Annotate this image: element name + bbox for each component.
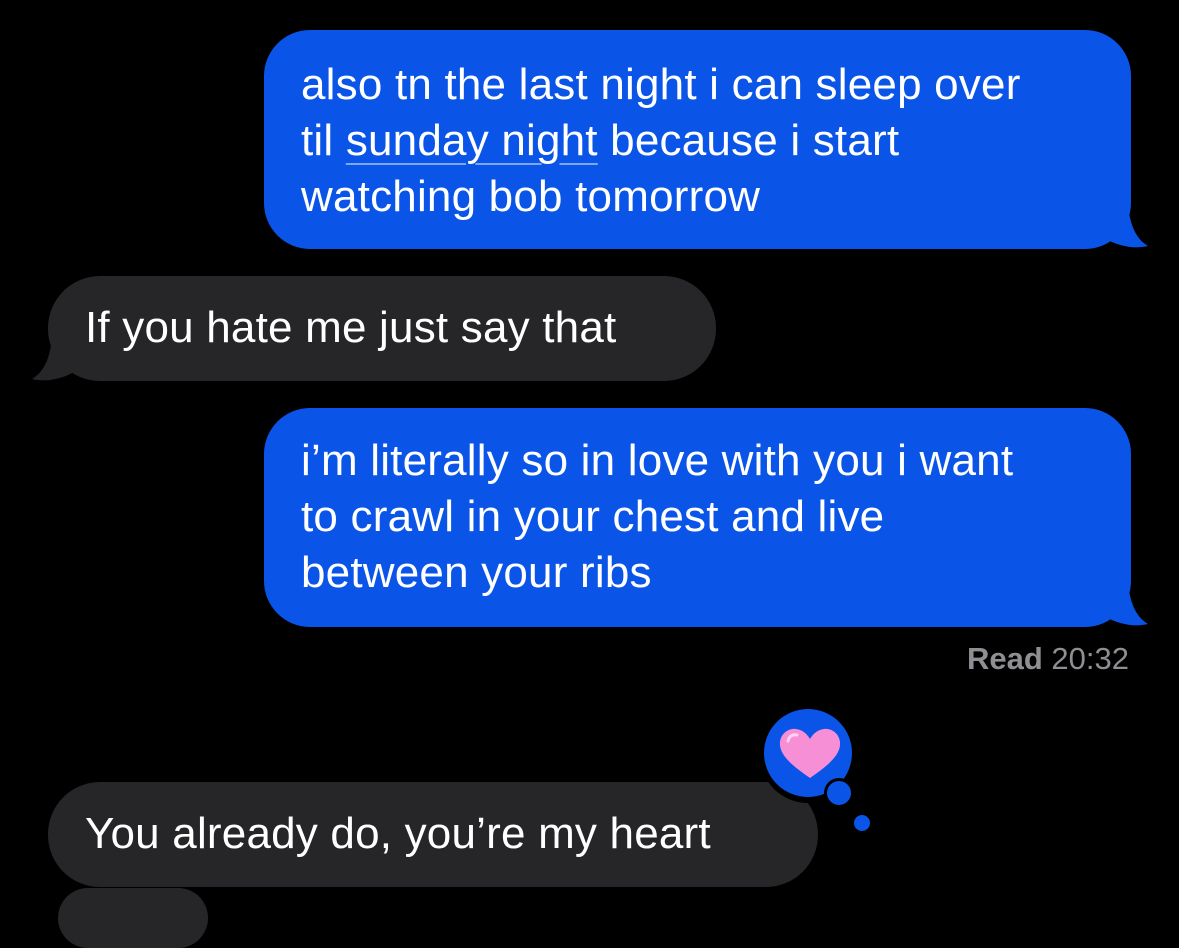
bubble-tail-sent [1100, 205, 1148, 248]
message-text: also tn the last night i can sleep over … [301, 57, 1021, 225]
message-line: watching bob tomorrow [301, 172, 761, 221]
message-line: til sunday night because i start [301, 113, 1021, 169]
message-thread: also tn the last night i can sleep over … [0, 0, 1179, 948]
read-receipt: Read 20:32 [967, 639, 1129, 679]
message-text: If you hate me just say that [85, 303, 617, 352]
message-text: You already do, you’re my heart [85, 809, 711, 858]
message-bubble-sent[interactable]: i’m literally so in love with you i want… [264, 408, 1131, 627]
bubble-tail-received [32, 338, 80, 381]
message-bubble-sent[interactable]: also tn the last night i can sleep over … [264, 30, 1131, 249]
bubble-tail-sent [1100, 583, 1148, 626]
read-receipt-label: Read [966, 641, 1043, 676]
read-receipt-time: 20:32 [1051, 641, 1129, 676]
message-line: between your ribs [301, 548, 652, 597]
message-bubble-received[interactable]: If you hate me just say that [48, 276, 716, 381]
message-text: i’m literally so in love with you i want… [301, 433, 1013, 601]
message-line: to crawl in your chest and live [301, 492, 885, 541]
message-bubble-received[interactable]: You already do, you’re my heart [48, 782, 818, 887]
heart-tapback[interactable] [758, 707, 862, 811]
message-text-segment: til [301, 116, 346, 165]
message-text-segment: because i start [597, 116, 900, 165]
message-line: i’m literally so in love with you i want [301, 436, 1014, 485]
message-bubble-partial-received[interactable] [58, 888, 208, 948]
tapback-dot [854, 815, 870, 831]
message-line: also tn the last night i can sleep over [301, 60, 1021, 109]
date-link[interactable]: sunday night [346, 116, 598, 165]
